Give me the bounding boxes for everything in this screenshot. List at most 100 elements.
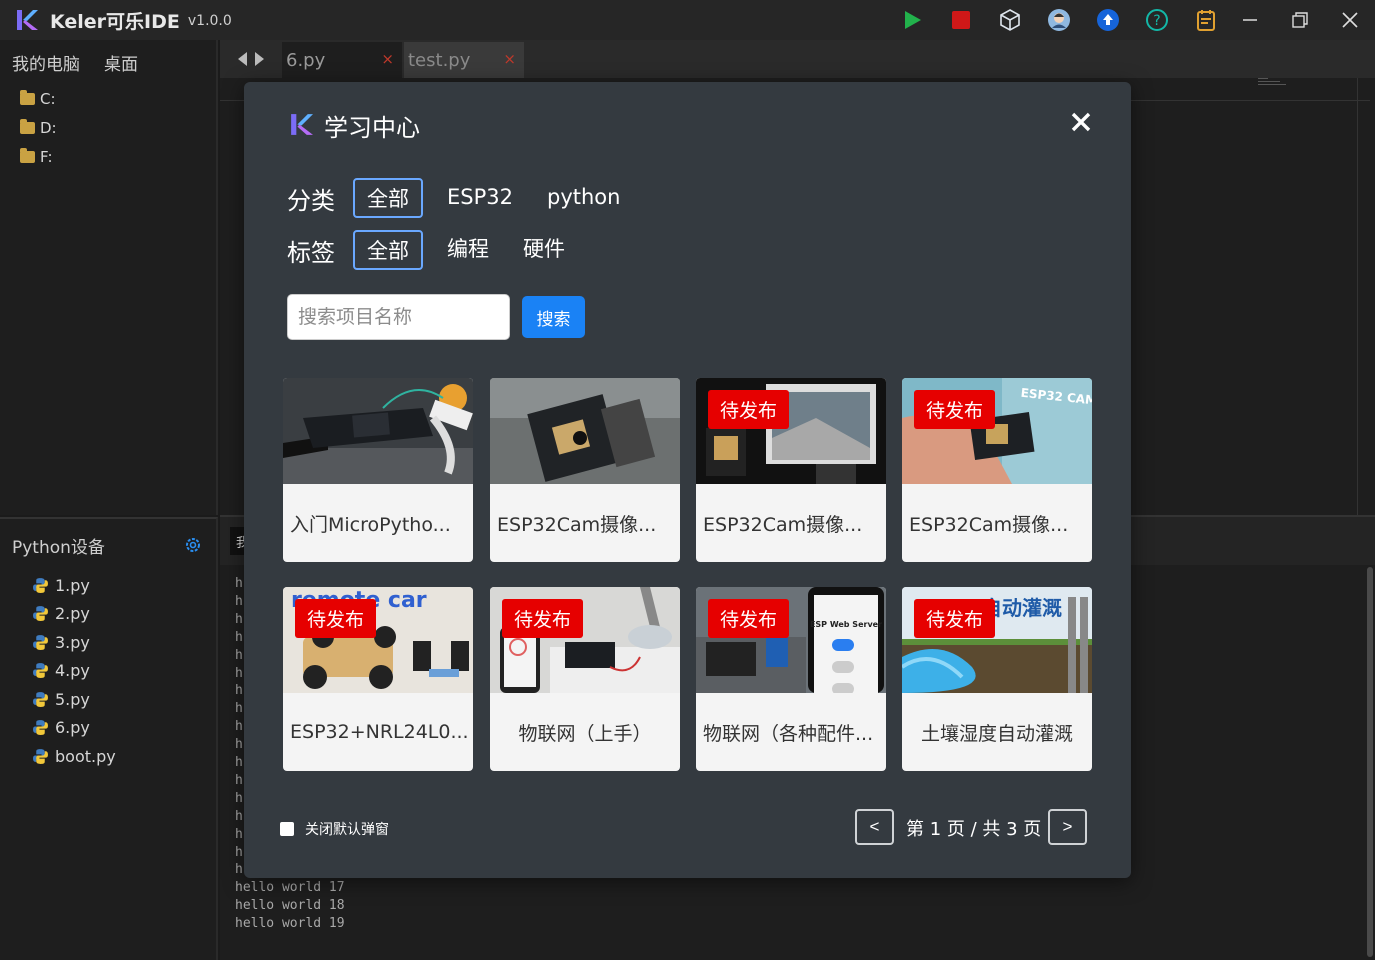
project-card[interactable]: ESP32Cam摄像... — [490, 378, 680, 562]
learning-center-dialog: 学习中心 分类 全部 ESP32 python 标签 全部 编程 硬件 搜索项目… — [244, 82, 1131, 878]
category-chip-esp32[interactable]: ESP32 — [447, 178, 513, 218]
card-thumbnail: ESP32 CAMERA 待发布 — [902, 378, 1092, 484]
project-card[interactable]: 自动灌溉 待发布 土壤湿度自动灌溉 — [902, 587, 1092, 771]
drive-item[interactable]: C: — [0, 84, 216, 113]
device-file-item[interactable]: 3.py — [0, 628, 216, 657]
card-title: ESP32Cam摄像... — [497, 513, 657, 536]
user-avatar-icon[interactable] — [1042, 5, 1076, 35]
console-scrollbar[interactable] — [1365, 565, 1375, 960]
console-line: h — [235, 719, 243, 735]
prev-page-button[interactable]: < — [855, 809, 894, 845]
close-icon[interactable] — [1069, 110, 1093, 134]
device-file-item[interactable]: 6.py — [0, 714, 216, 743]
project-card[interactable]: ESP32 CAMERA 待发布 ESP32Cam摄像... — [902, 378, 1092, 562]
console-line: h — [235, 576, 243, 591]
gear-icon[interactable] — [184, 536, 202, 554]
python-file-icon — [33, 634, 48, 650]
project-card[interactable]: remote car 待发布 ESP32+NRL24L0... — [283, 587, 473, 771]
folder-icon — [20, 147, 35, 163]
card-thumbnail: remote car 待发布 — [283, 587, 473, 693]
status-badge: 待发布 — [502, 599, 584, 638]
search-button[interactable]: 搜索 — [522, 296, 585, 338]
tab-prev-icon[interactable] — [238, 52, 247, 66]
cube-icon[interactable] — [993, 5, 1027, 35]
tag-chip-all[interactable]: 全部 — [353, 230, 423, 270]
help-icon[interactable]: ? — [1140, 5, 1174, 35]
project-card[interactable]: 待发布 物联网（上手） — [490, 587, 680, 771]
card-thumbnail: 待发布 — [696, 378, 886, 484]
checkbox-label: 关闭默认弹窗 — [305, 822, 389, 838]
python-file-icon — [33, 720, 48, 736]
card-thumbnail: ESP Web Server 待发布 — [696, 587, 886, 693]
title-bar: Keler可乐IDE v1.0.0 ? — [0, 0, 1375, 40]
tab-my-computer[interactable]: 我的电脑 — [12, 50, 80, 75]
tab-close-icon[interactable]: × — [503, 50, 516, 68]
stop-icon[interactable] — [944, 5, 978, 35]
tab-close-icon[interactable]: × — [381, 50, 394, 68]
app-logo-icon — [17, 10, 38, 30]
close-default-popup-toggle[interactable]: 关闭默认弹窗 — [280, 819, 389, 839]
tab-desktop[interactable]: 桌面 — [104, 50, 138, 75]
notes-icon[interactable] — [1189, 5, 1223, 35]
restore-icon[interactable] — [1275, 0, 1325, 40]
python-file-icon — [33, 606, 48, 622]
card-thumbnail — [490, 378, 680, 484]
project-card[interactable]: ESP Web Server 待发布 物联网（各种配件... — [696, 587, 886, 771]
console-line: h — [235, 683, 243, 699]
device-file-item[interactable]: 5.py — [0, 685, 216, 714]
console-line: h — [235, 611, 243, 627]
tag-label: 标签 — [287, 238, 335, 267]
device-panel-title: Python设备 — [12, 537, 105, 558]
tag-chip-hardware[interactable]: 硬件 — [523, 230, 565, 270]
category-chip-python[interactable]: python — [547, 178, 620, 218]
tag-chip-programming[interactable]: 编程 — [447, 230, 489, 270]
python-file-icon — [33, 748, 48, 764]
file-explorer: 我的电脑 桌面 C: D: F: — [0, 40, 218, 515]
console-line: h — [235, 862, 243, 878]
page-indicator: 第 1 页 / 共 3 页 — [906, 819, 1042, 840]
device-panel: Python设备 1.py 2.py 3.py 4.py 5.py 6.py boot.py — [0, 517, 218, 960]
editor-tab[interactable]: test.py × — [404, 42, 524, 78]
card-title: ESP32+NRL24L0... — [290, 721, 469, 743]
device-file-item[interactable]: 1.py — [0, 571, 216, 600]
card-thumbnail: 自动灌溉 待发布 — [902, 587, 1092, 693]
minimize-icon[interactable] — [1225, 0, 1275, 40]
drive-item[interactable]: D: — [0, 113, 216, 142]
console-line: h — [235, 772, 243, 788]
card-title: 物联网（各种配件... — [703, 722, 874, 745]
folder-icon — [20, 89, 35, 105]
minimap[interactable] — [1258, 78, 1288, 92]
checkbox[interactable] — [280, 822, 294, 836]
app-name: Keler可乐IDE — [50, 10, 180, 33]
category-filter: 分类 全部 ESP32 python — [287, 178, 654, 218]
close-icon[interactable] — [1325, 0, 1375, 40]
device-file-item[interactable]: boot.py — [0, 742, 216, 771]
console-line: hello world 18 — [235, 898, 345, 914]
console-line: h — [235, 737, 243, 753]
device-file-item[interactable]: 2.py — [0, 600, 216, 629]
next-page-button[interactable]: > — [1048, 809, 1087, 845]
category-label: 分类 — [287, 186, 335, 215]
editor-tab-bar: 6.py × test.py × — [220, 40, 1375, 78]
status-badge: 待发布 — [295, 599, 377, 638]
search-input[interactable] — [287, 294, 510, 340]
device-file-item[interactable]: 4.py — [0, 657, 216, 686]
project-card[interactable]: 入门MicroPytho... — [283, 378, 473, 562]
console-line: h — [235, 808, 243, 824]
tag-filter: 标签 全部 编程 硬件 — [287, 230, 599, 270]
drive-item[interactable]: F: — [0, 142, 216, 171]
folder-icon — [20, 118, 35, 134]
editor-tab[interactable]: 6.py × — [282, 42, 402, 78]
console-line: h — [235, 665, 243, 681]
python-file-icon — [33, 663, 48, 679]
category-chip-all[interactable]: 全部 — [353, 178, 423, 218]
console-line: h — [235, 593, 243, 609]
console-line: hello world 17 — [235, 880, 345, 896]
run-icon[interactable] — [895, 5, 929, 35]
dialog-title: 学习中心 — [324, 114, 420, 142]
upload-icon[interactable] — [1091, 5, 1125, 35]
status-badge: 待发布 — [914, 390, 996, 429]
status-badge: 待发布 — [914, 599, 996, 638]
tab-next-icon[interactable] — [255, 52, 264, 66]
project-card[interactable]: 待发布 ESP32Cam摄像... — [696, 378, 886, 562]
